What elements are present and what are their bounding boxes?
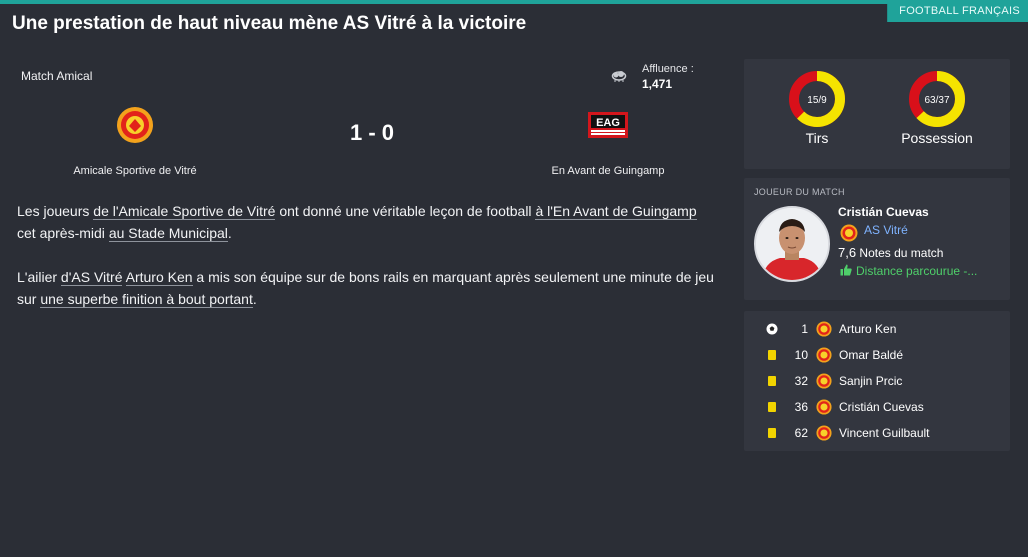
possession-label: Possession bbox=[901, 130, 973, 146]
article-text: . bbox=[252, 291, 257, 307]
event-player: Omar Baldé bbox=[839, 348, 904, 362]
article-text: Les joueurs bbox=[17, 203, 94, 219]
article-body: Les joueurs de l'Amicale Sportive de Vit… bbox=[17, 200, 717, 332]
event-player: Sanjin Prcic bbox=[839, 374, 903, 388]
rating-value: 7,6 bbox=[838, 245, 857, 260]
club-crest-icon bbox=[816, 425, 832, 441]
top-accent-bar bbox=[0, 0, 1028, 4]
shots-stat[interactable]: 15/9 Tirs bbox=[767, 69, 867, 146]
article-paragraph-2: L'ailier d'AS Vitré Arturo Ken a mis son… bbox=[17, 266, 717, 310]
event-row[interactable]: 62 Vincent Guilbault bbox=[744, 421, 1010, 447]
away-team-crest-icon[interactable]: EAG bbox=[588, 112, 628, 138]
goal-description-link[interactable]: une superbe finition à bout portant bbox=[40, 291, 253, 308]
attendance-label: Affluence : bbox=[642, 63, 694, 75]
yellow-card-icon bbox=[766, 375, 778, 387]
event-minute: 36 bbox=[794, 400, 808, 414]
distance-stat: Distance parcourue -... bbox=[840, 264, 977, 278]
match-events-panel: 1 Arturo Ken 10 Omar Baldé 32 Sanjin Prc… bbox=[744, 311, 1010, 451]
home-team-link[interactable]: de l'Amicale Sportive de Vitré bbox=[93, 203, 276, 220]
attendance-value: 1,471 bbox=[642, 77, 673, 91]
article-text: cet après-midi bbox=[17, 225, 109, 241]
match-type: Match Amical bbox=[21, 69, 93, 83]
stadium-link[interactable]: au Stade Municipal bbox=[108, 225, 228, 242]
article-text: ont donné une véritable leçon de footbal… bbox=[275, 203, 536, 219]
category-tag[interactable]: FOOTBALL FRANÇAIS bbox=[887, 0, 1028, 22]
away-crest-text: EAG bbox=[596, 117, 620, 129]
cloudy-weather-icon bbox=[611, 71, 627, 82]
page-title: Une prestation de haut niveau mène AS Vi… bbox=[12, 13, 527, 34]
player-photo-icon bbox=[756, 208, 828, 280]
possession-donut-chart: 63/37 bbox=[909, 71, 965, 127]
article-text: . bbox=[227, 225, 232, 241]
event-player: Arturo Ken bbox=[839, 322, 897, 336]
event-player: Vincent Guilbault bbox=[839, 426, 930, 440]
player-club-link[interactable]: AS Vitré bbox=[840, 223, 908, 242]
football-icon bbox=[766, 323, 778, 335]
event-minute: 10 bbox=[794, 348, 808, 362]
home-team-name[interactable]: Amicale Sportive de Vitré bbox=[30, 165, 240, 177]
event-minute: 62 bbox=[794, 426, 808, 440]
shots-donut-chart: 15/9 bbox=[789, 71, 845, 127]
event-row[interactable]: 10 Omar Baldé bbox=[744, 343, 1010, 369]
shots-label: Tirs bbox=[805, 130, 829, 146]
player-name[interactable]: Cristián Cuevas bbox=[838, 205, 929, 219]
event-row[interactable]: 32 Sanjin Prcic bbox=[744, 369, 1010, 395]
article-paragraph-1: Les joueurs de l'Amicale Sportive de Vit… bbox=[17, 200, 717, 244]
event-minute: 32 bbox=[794, 374, 808, 388]
event-row[interactable]: 36 Cristián Cuevas bbox=[744, 395, 1010, 421]
article-text: L'ailier bbox=[17, 269, 61, 285]
thumbs-up-icon bbox=[840, 264, 852, 276]
player-of-match-title: JOUEUR DU MATCH bbox=[754, 187, 845, 197]
yellow-card-icon bbox=[766, 427, 778, 439]
club-crest-icon bbox=[840, 224, 858, 242]
player-rating: 7,6 Notes du match bbox=[838, 245, 943, 260]
club-crest-icon bbox=[816, 373, 832, 389]
player-club-name: AS Vitré bbox=[864, 223, 908, 237]
yellow-card-icon bbox=[766, 401, 778, 413]
player-link[interactable]: Arturo Ken bbox=[125, 269, 193, 286]
home-team-crest-icon[interactable] bbox=[116, 106, 154, 144]
event-minute: 1 bbox=[801, 322, 808, 336]
shots-value: 15/9 bbox=[807, 95, 827, 106]
possession-value: 63/37 bbox=[924, 95, 949, 106]
club-link[interactable]: d'AS Vitré bbox=[60, 269, 123, 286]
event-player: Cristián Cuevas bbox=[839, 400, 924, 414]
player-avatar[interactable] bbox=[754, 206, 830, 282]
possession-stat[interactable]: 63/37 Possession bbox=[887, 69, 987, 146]
away-team-link[interactable]: à l'En Avant de Guingamp bbox=[535, 203, 697, 220]
away-team-name[interactable]: En Avant de Guingamp bbox=[508, 165, 708, 177]
yellow-card-icon bbox=[766, 349, 778, 361]
club-crest-icon bbox=[816, 399, 832, 415]
match-stats-panel: 15/9 Tirs 63/37 Possession bbox=[744, 59, 1010, 169]
rating-label: Notes du match bbox=[859, 246, 944, 260]
match-score: 1 - 0 bbox=[349, 120, 395, 145]
player-of-match-panel: JOUEUR DU MATCH Cristián Cuevas AS Vitré… bbox=[744, 178, 1010, 300]
distance-text: Distance parcourue -... bbox=[856, 264, 978, 278]
club-crest-icon bbox=[816, 321, 832, 337]
club-crest-icon bbox=[816, 347, 832, 363]
event-row[interactable]: 1 Arturo Ken bbox=[744, 317, 1010, 343]
